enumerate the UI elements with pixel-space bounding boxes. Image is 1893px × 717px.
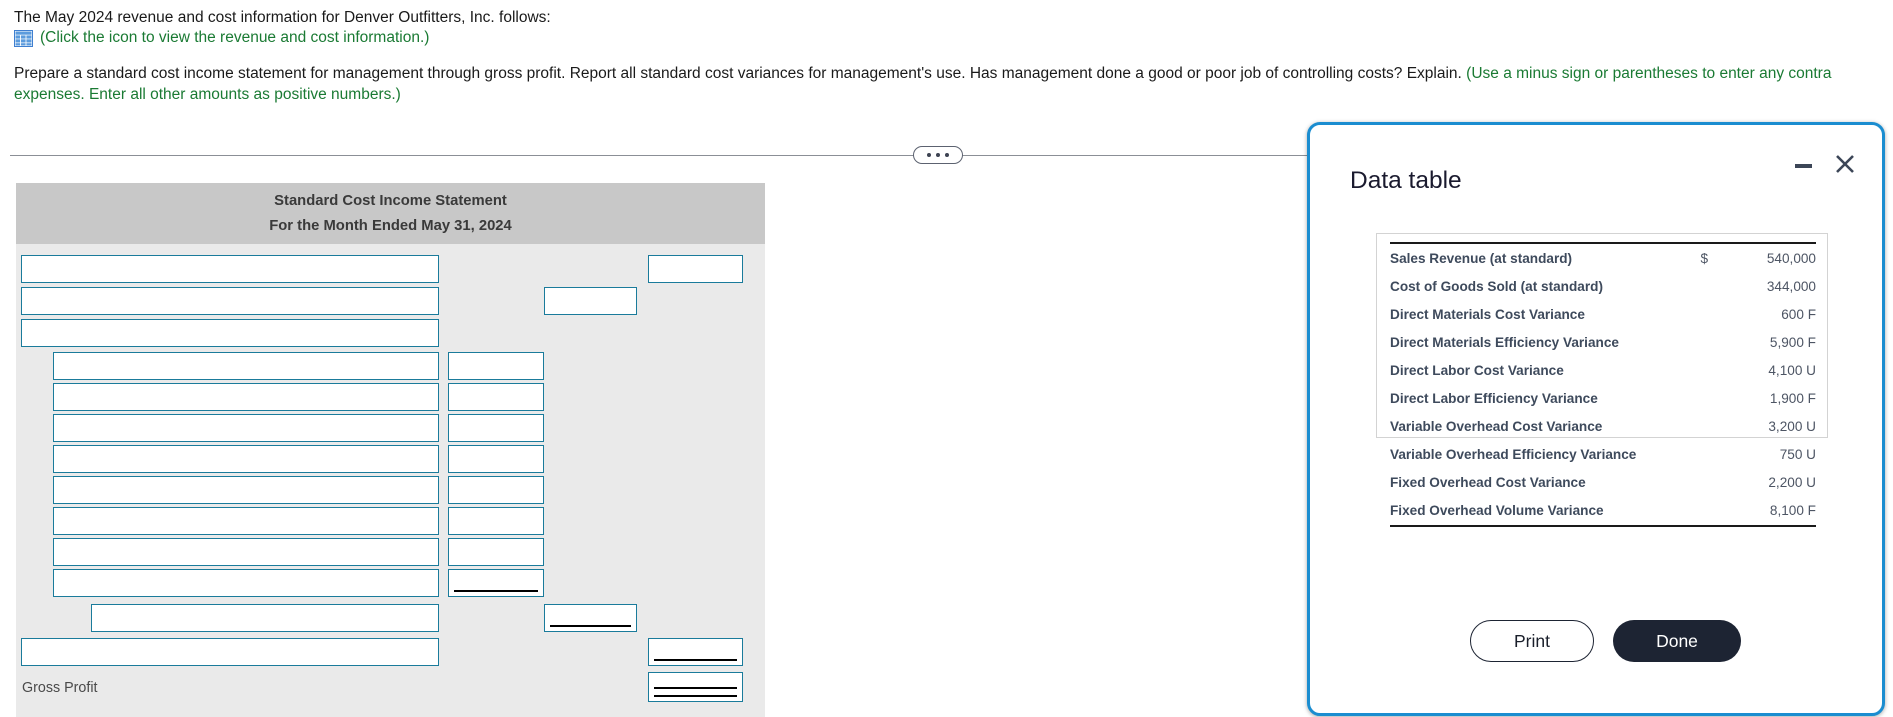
table-row: Direct Labor Cost Variance 4,100 U xyxy=(1390,356,1816,384)
row-value: 2,200 U xyxy=(1768,475,1816,491)
input-variance2-label[interactable] xyxy=(53,383,439,411)
data-table-link-text[interactable]: (Click the icon to view the revenue and … xyxy=(40,28,429,49)
print-button[interactable]: Print xyxy=(1470,620,1594,662)
row-value: 3,200 U xyxy=(1768,419,1816,435)
row-value: 540,000 xyxy=(1720,241,1816,273)
table-row: Sales Revenue (at standard) $ 540,000 xyxy=(1390,241,1816,273)
data-table-dialog: Data table Sales Revenue (at standard) $… xyxy=(1307,122,1885,716)
input-variance6-label[interactable] xyxy=(53,507,439,535)
row-label: Variable Overhead Efficiency Variance xyxy=(1390,447,1637,463)
row-currency xyxy=(1698,272,1720,300)
row-currency: $ xyxy=(1698,241,1720,273)
collapse-handle[interactable] xyxy=(913,146,963,164)
table-row: Variable Overhead Efficiency Variance 75… xyxy=(1390,441,1816,469)
row-currency xyxy=(1698,441,1720,469)
row-label: Fixed Overhead Cost Variance xyxy=(1390,475,1586,491)
input-row3-label[interactable] xyxy=(21,319,439,347)
row-currency xyxy=(1698,496,1720,527)
input-lastrow-label[interactable] xyxy=(21,638,439,666)
input-variance1-label[interactable] xyxy=(53,352,439,380)
input-variance4-amount[interactable] xyxy=(448,445,544,473)
input-variance7-label[interactable] xyxy=(53,538,439,566)
input-row2-label[interactable] xyxy=(21,287,439,315)
row-currency xyxy=(1698,356,1720,384)
dot-2 xyxy=(936,153,940,157)
row-label: Direct Materials Cost Variance xyxy=(1390,306,1585,322)
dot-3 xyxy=(945,153,949,157)
row-currency xyxy=(1698,384,1720,412)
input-variance3-amount[interactable] xyxy=(448,414,544,442)
row-currency xyxy=(1698,413,1720,441)
input-row2-amount[interactable] xyxy=(544,287,637,315)
input-variance1-amount[interactable] xyxy=(448,352,544,380)
input-variance5-label[interactable] xyxy=(53,476,439,504)
table-row: Direct Materials Cost Variance 600 F xyxy=(1390,300,1816,328)
input-variance2-amount[interactable] xyxy=(448,383,544,411)
row-value: 600 F xyxy=(1781,306,1816,322)
table-row: Direct Materials Efficiency Variance 5,9… xyxy=(1390,328,1816,356)
row-value: 4,100 U xyxy=(1768,362,1816,378)
worksheet-title: Standard Cost Income Statement xyxy=(274,193,507,209)
input-variance7-amount[interactable] xyxy=(448,538,544,566)
input-subtotal-amount[interactable] xyxy=(544,604,637,632)
spreadsheet-icon[interactable] xyxy=(14,29,33,47)
row-label: Direct Materials Efficiency Variance xyxy=(1390,334,1619,350)
input-variance4-label[interactable] xyxy=(53,445,439,473)
input-variance3-label[interactable] xyxy=(53,414,439,442)
input-row1-label[interactable] xyxy=(21,255,439,283)
close-icon[interactable] xyxy=(1830,149,1860,179)
table-row: Cost of Goods Sold (at standard) 344,000 xyxy=(1390,272,1816,300)
table-row: Direct Labor Efficiency Variance 1,900 F xyxy=(1390,384,1816,412)
row-label: Variable Overhead Cost Variance xyxy=(1390,419,1603,435)
input-lastrow-total[interactable] xyxy=(648,638,743,666)
dialog-title: Data table xyxy=(1350,167,1462,194)
row-value: 5,900 F xyxy=(1769,334,1816,350)
data-table-link-row[interactable]: (Click the icon to view the revenue and … xyxy=(14,28,429,49)
worksheet-header: Standard Cost Income Statement For the M… xyxy=(16,183,765,244)
row-currency xyxy=(1698,300,1720,328)
standard-cost-income-statement-worksheet: Standard Cost Income Statement For the M… xyxy=(16,183,765,717)
table-row: Fixed Overhead Cost Variance 2,200 U xyxy=(1390,469,1816,497)
row-value: 344,000 xyxy=(1766,278,1816,294)
worksheet-subtitle: For the Month Ended May 31, 2024 xyxy=(269,218,512,234)
minimize-icon[interactable] xyxy=(1790,153,1816,179)
row-currency xyxy=(1698,328,1720,356)
dot-1 xyxy=(927,153,931,157)
done-button[interactable]: Done xyxy=(1613,620,1741,662)
data-table-frame: Sales Revenue (at standard) $ 540,000 Co… xyxy=(1376,233,1828,527)
row-value: 1,900 F xyxy=(1769,390,1816,406)
row-label: Sales Revenue (at standard) xyxy=(1390,241,1698,273)
data-table: Sales Revenue (at standard) $ 540,000 Co… xyxy=(1390,241,1816,527)
gross-profit-label: Gross Profit xyxy=(22,680,98,696)
input-variance8-amount[interactable] xyxy=(448,569,544,597)
input-row1-total[interactable] xyxy=(648,255,743,283)
input-gross-profit-total[interactable] xyxy=(648,672,743,702)
row-label: Cost of Goods Sold (at standard) xyxy=(1390,278,1603,294)
instructions-black-text: Prepare a standard cost income statement… xyxy=(14,65,1467,82)
row-label: Direct Labor Efficiency Variance xyxy=(1390,390,1598,406)
input-subtotal-label[interactable] xyxy=(91,604,439,632)
table-row: Variable Overhead Cost Variance 3,200 U xyxy=(1390,413,1816,441)
row-label: Fixed Overhead Volume Variance xyxy=(1390,496,1698,527)
problem-instructions: Prepare a standard cost income statement… xyxy=(14,64,1883,106)
input-variance6-amount[interactable] xyxy=(448,507,544,535)
row-value: 750 U xyxy=(1779,447,1816,463)
row-label: Direct Labor Cost Variance xyxy=(1390,362,1564,378)
row-currency xyxy=(1698,469,1720,497)
problem-line-1: The May 2024 revenue and cost informatio… xyxy=(14,9,551,26)
input-variance5-amount[interactable] xyxy=(448,476,544,504)
row-value: 8,100 F xyxy=(1720,496,1816,527)
table-row: Fixed Overhead Volume Variance 8,100 F xyxy=(1390,496,1816,527)
input-variance8-label[interactable] xyxy=(53,569,439,597)
